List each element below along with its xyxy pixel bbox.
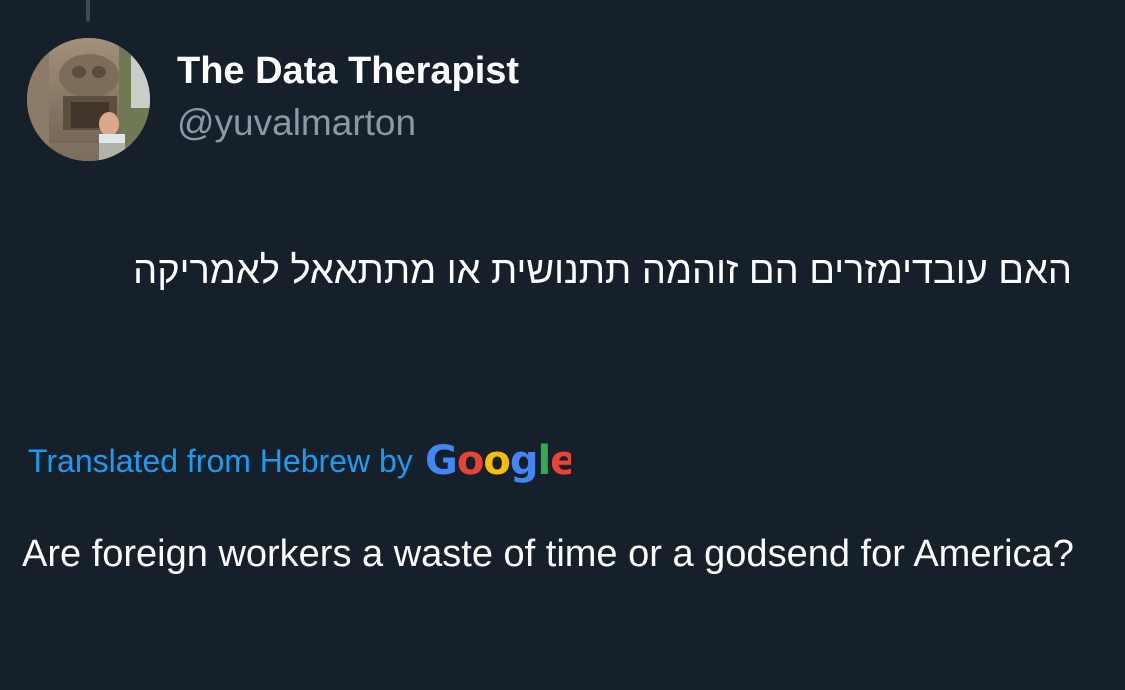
- google-letter-e: e: [550, 438, 571, 484]
- google-letter-o2: o: [483, 438, 509, 484]
- google-letter-o1: o: [457, 438, 483, 484]
- tweet-translated-text: Are foreign workers a waste of time or a…: [22, 533, 1074, 575]
- google-letter-g2: g: [510, 438, 538, 484]
- author-handle[interactable]: @yuvalmarton: [177, 102, 416, 144]
- thread-connector-line: [86, 0, 90, 22]
- avatar-image: [27, 38, 150, 161]
- translation-label[interactable]: Translated from Hebrew by: [28, 443, 413, 480]
- avatar[interactable]: [27, 38, 150, 161]
- tweet-original-text: האם עובדימזרים הם זוהמה תתנושית או מתתאא…: [133, 250, 1072, 292]
- translation-attribution[interactable]: Translated from Hebrew by Google: [28, 436, 571, 486]
- author-name[interactable]: The Data Therapist: [177, 50, 519, 93]
- svg-text:Google: Google: [425, 438, 571, 484]
- google-logo-icon: Google: [425, 438, 571, 484]
- google-letter-l: l: [537, 438, 550, 484]
- google-letter-g1: G: [425, 438, 457, 484]
